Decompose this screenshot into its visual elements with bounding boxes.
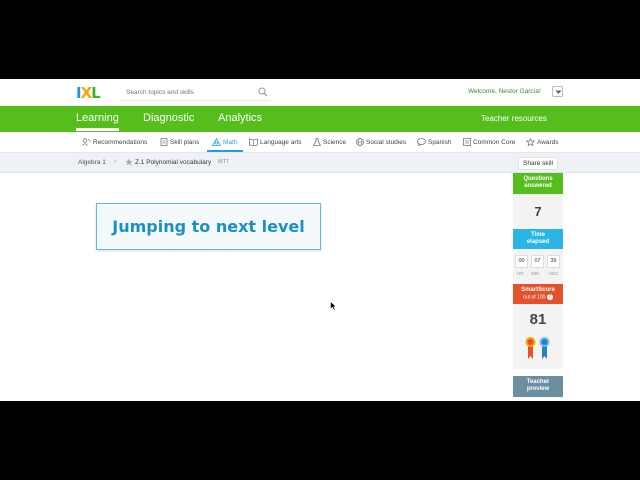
share-skill-button[interactable]: Share skill (518, 157, 558, 170)
time-elapsed-label-2: elapsed (526, 239, 550, 245)
red-ribbon-icon (525, 337, 536, 359)
time-elapsed-label: Time (531, 232, 545, 238)
recommendations-icon (82, 138, 91, 146)
skill-code: MT7 (218, 159, 229, 165)
logo-letter-x: X (80, 84, 93, 102)
chevron-down-icon (555, 90, 562, 94)
subnav-spanish[interactable]: Spanish (417, 138, 452, 146)
time-seconds: 39 (547, 255, 560, 268)
main-nav: Learning Diagnostic Analytics Teacher re… (0, 106, 640, 132)
top-header: I X L Welcome, Nestor García! (0, 79, 640, 106)
search-input[interactable] (121, 85, 271, 101)
time-seconds-label: SEC (549, 271, 559, 276)
subnav-label: Language arts (260, 138, 302, 146)
subnav-label: Recommendations (93, 138, 148, 146)
subnav-awards[interactable]: Awards (526, 138, 559, 146)
science-icon (313, 138, 321, 146)
subnav-recommendations[interactable]: Recommendations (82, 138, 147, 146)
teacher-resources-link[interactable]: Teacher resources (481, 114, 547, 123)
ixl-logo[interactable]: I X L (76, 84, 101, 102)
logo-letter-l: L (91, 84, 101, 102)
subnav-social-studies[interactable]: Social studies (356, 138, 406, 146)
questions-answered-value: 7 (513, 194, 563, 229)
time-hours: 00 (515, 255, 528, 268)
breadcrumb-skill: Z.1 Polynomial vocabulary (135, 159, 212, 166)
subnav-label: Common Core (473, 138, 516, 146)
tab-diagnostic[interactable]: Diagnostic (143, 112, 194, 124)
skill-plans-icon (160, 138, 168, 146)
breadcrumb-separator: › (114, 158, 117, 165)
questions-answered-label-2: answered (524, 183, 552, 189)
subnav-language-arts[interactable]: Language arts (249, 138, 302, 146)
level-up-message: Jumping to next level (96, 203, 321, 250)
awards-icon (526, 138, 535, 146)
smartscore-value: 81 (529, 311, 547, 328)
time-elapsed-header: Time elapsed (513, 229, 563, 249)
subnav-common-core[interactable]: Common Core (463, 138, 515, 146)
smartscore-panel: 81 (513, 304, 563, 369)
questions-answered-label: Questions (523, 176, 553, 182)
account-menu-button[interactable] (552, 86, 563, 97)
time-hours-label: HR (517, 271, 524, 276)
blue-ribbon-icon (539, 337, 550, 359)
tab-learning[interactable]: Learning (76, 112, 119, 131)
speech-bubble-icon (417, 138, 426, 146)
subnav-skill-plans[interactable]: Skill plans (160, 138, 199, 146)
subnav-math[interactable]: Math (212, 138, 237, 146)
mouse-pointer-icon (330, 301, 337, 311)
level-up-text: Jumping to next level (112, 217, 305, 236)
tab-analytics[interactable]: Analytics (218, 112, 262, 124)
teacher-preview-label-2: preview (526, 386, 550, 392)
subnav-label: Science (323, 138, 347, 146)
math-icon (212, 138, 221, 146)
common-core-icon (463, 138, 471, 146)
time-minutes: 07 (531, 255, 544, 268)
smartscore-sublabel: out of 100 ? (513, 294, 563, 301)
star-icon[interactable] (125, 158, 133, 166)
teacher-preview-button[interactable]: Teacher preview (513, 376, 563, 397)
welcome-user[interactable]: Welcome, Nestor García! (468, 88, 541, 95)
smartscore-header[interactable]: SmartScore out of 100 ? (513, 284, 563, 304)
subnav-label: Spanish (428, 138, 452, 146)
questions-answered-header: Questions answered (513, 173, 563, 194)
search-icon[interactable] (258, 87, 268, 97)
time-minutes-label: MIN (531, 271, 540, 276)
teacher-preview-label: Teacher (526, 379, 550, 385)
language-arts-icon (249, 138, 258, 146)
stats-sidebar: Questions answered 7 Time elapsed 00 07 … (513, 173, 563, 401)
active-subject-indicator (207, 150, 243, 152)
subject-nav: Recommendations Skill plans Math Languag… (0, 132, 640, 153)
globe-icon (356, 138, 364, 146)
help-icon[interactable]: ? (546, 294, 553, 300)
subnav-label: Math (223, 138, 238, 146)
subnav-label: Social studies (366, 138, 407, 146)
smartscore-label: SmartScore (521, 287, 555, 293)
ixl-window: I X L Welcome, Nestor García! Learning D… (0, 79, 640, 401)
subnav-science[interactable]: Science (313, 138, 346, 146)
time-elapsed-clock: 00 07 39 HR MIN SEC (513, 249, 563, 284)
subnav-label: Awards (537, 138, 559, 146)
smartscore-scale: out of 100 (523, 294, 546, 301)
breadcrumb-course[interactable]: Algebra 1 (78, 159, 106, 166)
subnav-label: Skill plans (170, 138, 200, 146)
breadcrumb: Algebra 1 › Z.1 Polynomial vocabulary MT… (0, 153, 640, 173)
